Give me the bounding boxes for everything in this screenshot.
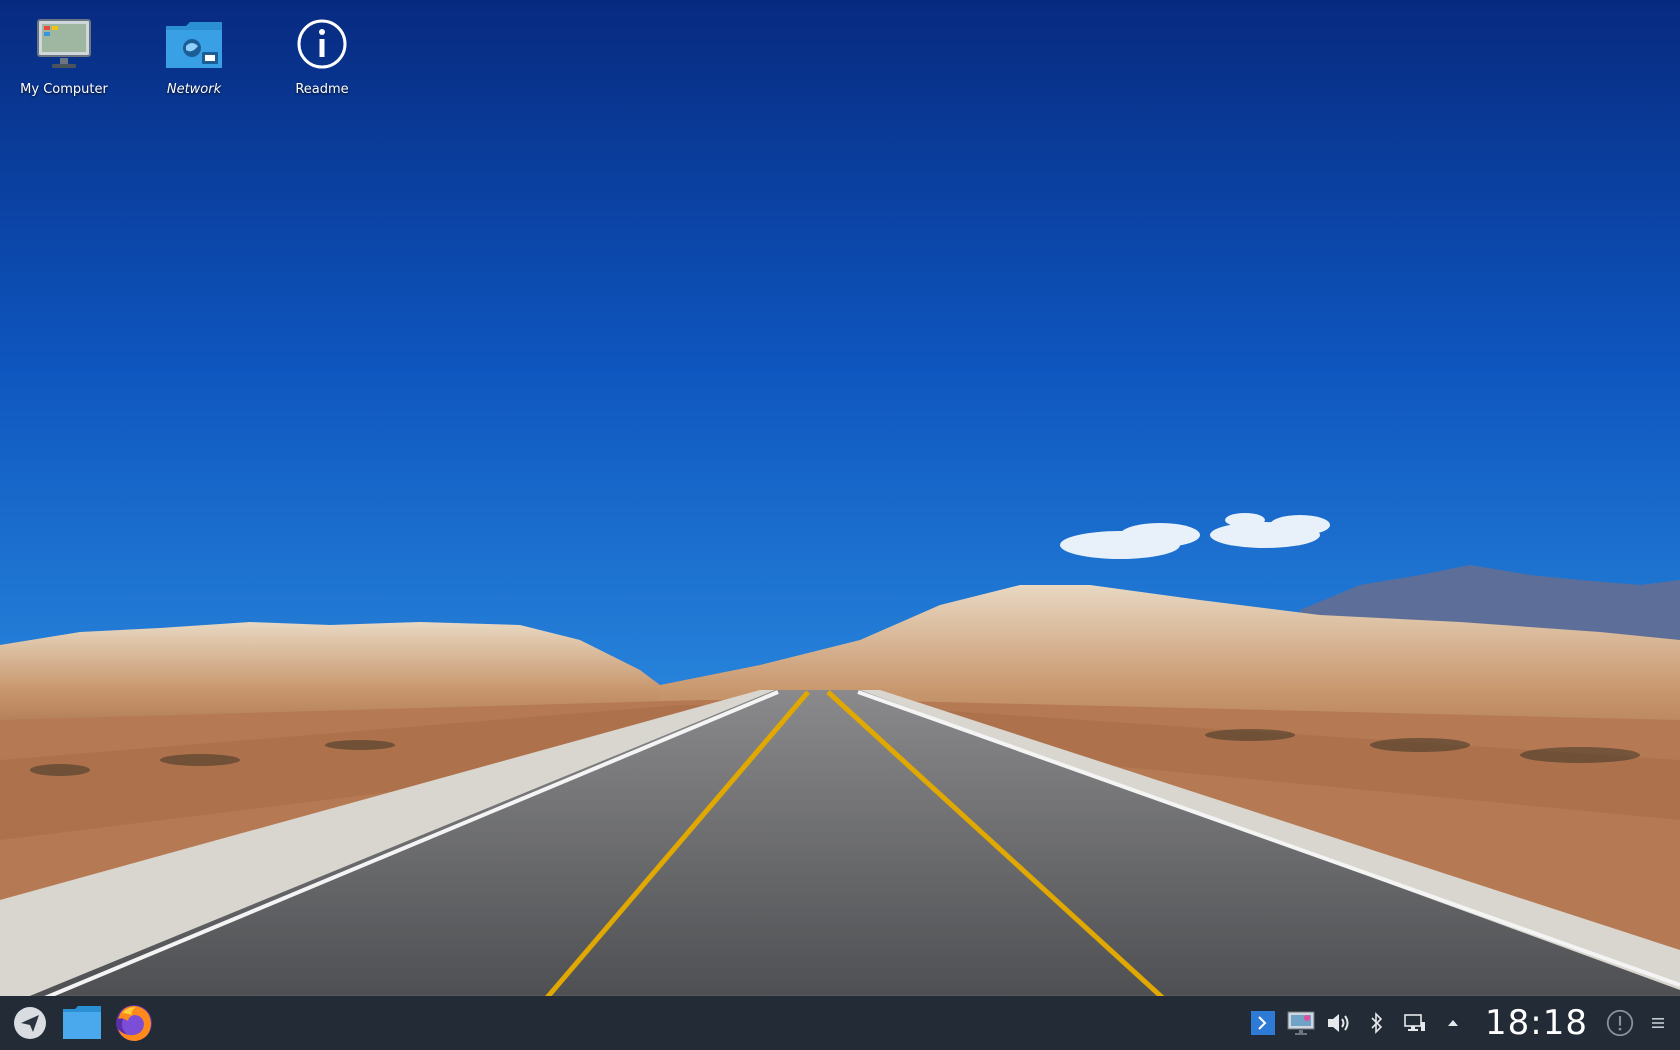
file-manager-button[interactable] xyxy=(60,1001,104,1045)
bluetooth-icon xyxy=(1371,1012,1383,1034)
taskbar-launchers xyxy=(8,996,156,1050)
desktop-icon-label: Readme xyxy=(295,82,349,97)
desktop-icon-readme[interactable]: Readme xyxy=(262,2,382,98)
notifications-icon xyxy=(1606,1009,1634,1037)
hamburger-menu-icon xyxy=(1652,1018,1664,1028)
system-tray: 18:18 xyxy=(1249,996,1672,1050)
notifications-button[interactable] xyxy=(1606,1009,1634,1037)
desktop-icon-network[interactable]: Network xyxy=(134,2,254,98)
bluetooth-button[interactable] xyxy=(1363,1009,1391,1037)
clock[interactable]: 18:18 xyxy=(1477,1003,1596,1043)
file-manager-icon xyxy=(63,1006,101,1039)
app-launcher-button[interactable] xyxy=(8,1001,52,1045)
desktop: My Computer Network Readme xyxy=(0,0,1680,995)
display-settings-button[interactable] xyxy=(1287,1009,1315,1037)
info-icon xyxy=(297,19,347,69)
network-button[interactable] xyxy=(1401,1009,1429,1037)
firefox-button[interactable] xyxy=(112,1001,156,1045)
terminal-icon xyxy=(1251,1011,1276,1035)
desktop-icon-my-computer[interactable]: My Computer xyxy=(4,2,124,98)
app-launcher-icon xyxy=(14,1007,46,1039)
display-settings-icon xyxy=(1287,1011,1315,1035)
expand-tray-button[interactable] xyxy=(1439,1009,1467,1037)
volume-icon xyxy=(1328,1014,1349,1032)
firefox-icon xyxy=(116,1005,152,1041)
desktop-icon-label: My Computer xyxy=(20,82,108,97)
desktop-icon-label: Network xyxy=(166,82,222,97)
computer-icon xyxy=(37,19,91,68)
panel-menu-button[interactable] xyxy=(1644,1009,1672,1037)
network-folder-icon xyxy=(166,22,222,68)
terminal-button[interactable] xyxy=(1249,1009,1277,1037)
taskbar: 18:18 xyxy=(0,996,1680,1050)
volume-button[interactable] xyxy=(1325,1009,1353,1037)
network-icon xyxy=(1404,1014,1426,1031)
expand-tray-icon xyxy=(1448,1020,1459,1026)
